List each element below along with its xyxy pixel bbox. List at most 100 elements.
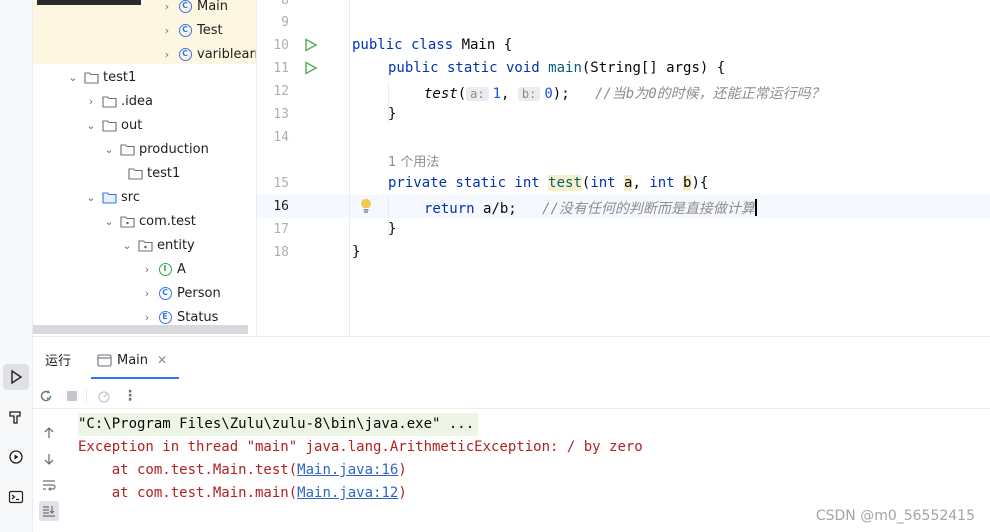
scroll-to-end-button[interactable] <box>39 501 59 521</box>
chevron-right-icon[interactable]: › <box>139 261 155 277</box>
tree-item-test1-module[interactable]: ⌄ test1 <box>65 65 136 89</box>
line-number: 12 <box>273 84 289 99</box>
folder-icon <box>101 119 117 132</box>
console-exception-line: Exception in thread "main" java.lang.Ari… <box>78 439 643 455</box>
tree-item-label: src <box>121 189 140 205</box>
tree-item-production[interactable]: ⌄ production <box>101 137 208 161</box>
folder-icon <box>101 95 117 108</box>
lightbulb-icon[interactable] <box>359 198 373 214</box>
console-tab-icon <box>97 353 112 367</box>
soft-wrap-button[interactable] <box>39 475 59 495</box>
close-icon[interactable]: ✕ <box>157 353 167 367</box>
code-line-17: } <box>388 221 397 237</box>
code-line-12: test(a: 1, b: 0); //当b为0的时候，还能正常运行吗？ <box>424 86 825 102</box>
param-hint: a: <box>466 87 489 101</box>
tree-item-test[interactable]: › C Test <box>159 18 223 42</box>
services-icon <box>9 450 23 464</box>
tree-item-varible[interactable]: › C variblearr <box>159 42 256 66</box>
chevron-right-icon[interactable]: › <box>159 22 175 38</box>
line-number: 17 <box>273 222 289 237</box>
scroll-up-button[interactable] <box>39 423 59 443</box>
usages-hint[interactable]: 1 个用法 <box>388 151 439 170</box>
tree-item-test1-out[interactable]: test1 <box>125 161 180 185</box>
chevron-down-icon[interactable]: ⌄ <box>83 189 99 205</box>
arrow-down-icon <box>44 454 54 465</box>
toolbar-separator <box>86 389 87 403</box>
chevron-right-icon[interactable]: › <box>83 93 99 109</box>
stop-button[interactable] <box>63 387 81 405</box>
folder-icon <box>119 143 135 156</box>
chevron-down-icon[interactable]: ⌄ <box>101 213 117 229</box>
build-tool-button[interactable] <box>3 404 29 430</box>
tree-item-label: A <box>177 261 186 277</box>
param-hint: b: <box>517 87 541 101</box>
line-number: 18 <box>273 245 289 260</box>
text-caret <box>754 199 757 216</box>
line-number-current: 16 <box>273 199 289 214</box>
stack-trace-link[interactable]: Main.java:16 <box>297 462 398 478</box>
class-icon: C <box>158 286 172 300</box>
line-number: 15 <box>273 176 289 191</box>
code-line-18: } <box>352 244 361 260</box>
tab-label: Main <box>117 352 149 368</box>
tree-item-idea[interactable]: › .idea <box>83 89 153 113</box>
hammer-icon <box>9 411 21 424</box>
stack-trace-link[interactable]: Main.java:12 <box>297 485 398 501</box>
tree-header-bar <box>37 0 141 5</box>
services-tool-button[interactable] <box>3 444 29 470</box>
line-number: 8 <box>281 0 289 8</box>
chevron-right-icon[interactable]: › <box>139 285 155 301</box>
folder-icon <box>83 71 99 84</box>
chevron-right-icon[interactable]: › <box>139 309 155 325</box>
rerun-button[interactable] <box>37 387 55 405</box>
tree-item-out[interactable]: ⌄ out <box>83 113 142 137</box>
scroll-to-end-icon <box>43 506 55 517</box>
tree-item-person[interactable]: › C Person <box>139 281 221 305</box>
enum-icon: E <box>158 310 172 324</box>
tree-item-label: Person <box>177 285 221 301</box>
run-tool-button[interactable] <box>3 364 29 390</box>
tree-item-com-test[interactable]: ⌄ com.test <box>101 209 195 233</box>
chevron-down-icon[interactable]: ⌄ <box>65 69 81 85</box>
stop-icon <box>67 391 77 401</box>
tree-item-label: entity <box>157 237 195 253</box>
package-icon <box>137 239 153 252</box>
arrow-up-icon <box>44 427 54 438</box>
project-tree: › C Main › C Test › C variblearr ⌄ test1… <box>33 0 256 336</box>
chevron-down-icon[interactable]: ⌄ <box>119 237 135 253</box>
tree-item-label: .idea <box>121 93 153 109</box>
tree-item-label: test1 <box>147 165 181 181</box>
run-gutter-icon[interactable] <box>304 61 318 75</box>
scroll-down-button[interactable] <box>39 449 59 469</box>
attach-debugger-button[interactable] <box>95 387 113 405</box>
tree-item-main[interactable]: › C Main <box>159 0 228 18</box>
chevron-right-icon[interactable]: › <box>159 46 175 62</box>
code-editor[interactable]: 8 9 10 11 12 13 14 15 16 17 18 public cl… <box>256 0 990 336</box>
tree-item-entity[interactable]: ⌄ entity <box>119 233 195 257</box>
tree-item-label: test1 <box>103 69 137 85</box>
tab-main[interactable]: Main ✕ <box>97 347 167 373</box>
terminal-tool-button[interactable] <box>3 484 29 510</box>
source-folder-icon <box>101 191 117 204</box>
chevron-down-icon[interactable]: ⌄ <box>101 141 117 157</box>
line-number: 14 <box>273 130 289 145</box>
line-number: 9 <box>281 15 289 30</box>
tree-item-label: Status <box>177 309 219 325</box>
more-options-button[interactable]: ⋮ <box>121 387 139 405</box>
tree-item-a[interactable]: › I A <box>139 257 186 281</box>
code-line-11: public static void main(String[] args) { <box>388 60 726 76</box>
interface-icon: I <box>158 262 172 276</box>
package-icon <box>119 215 135 228</box>
line-number: 13 <box>273 107 289 122</box>
tree-item-src[interactable]: ⌄ src <box>83 185 140 209</box>
class-icon: C <box>178 47 192 61</box>
run-gutter-icon[interactable] <box>304 38 318 52</box>
class-icon: C <box>178 23 192 37</box>
chevron-right-icon[interactable]: › <box>159 0 175 14</box>
code-comment: //当b为0的时候，还能正常运行吗？ <box>594 86 825 102</box>
chevron-down-icon[interactable]: ⌄ <box>83 117 99 133</box>
console-output[interactable]: "C:\Program Files\Zulu\zulu-8\bin\java.e… <box>78 413 990 505</box>
code-line-16: return a/b; //没有任何的判断而是直接做计算 <box>424 199 757 217</box>
tree-horizontal-scrollbar[interactable] <box>33 325 248 334</box>
console-trace-line: at com.test.Main.main(Main.java:12) <box>78 485 407 501</box>
